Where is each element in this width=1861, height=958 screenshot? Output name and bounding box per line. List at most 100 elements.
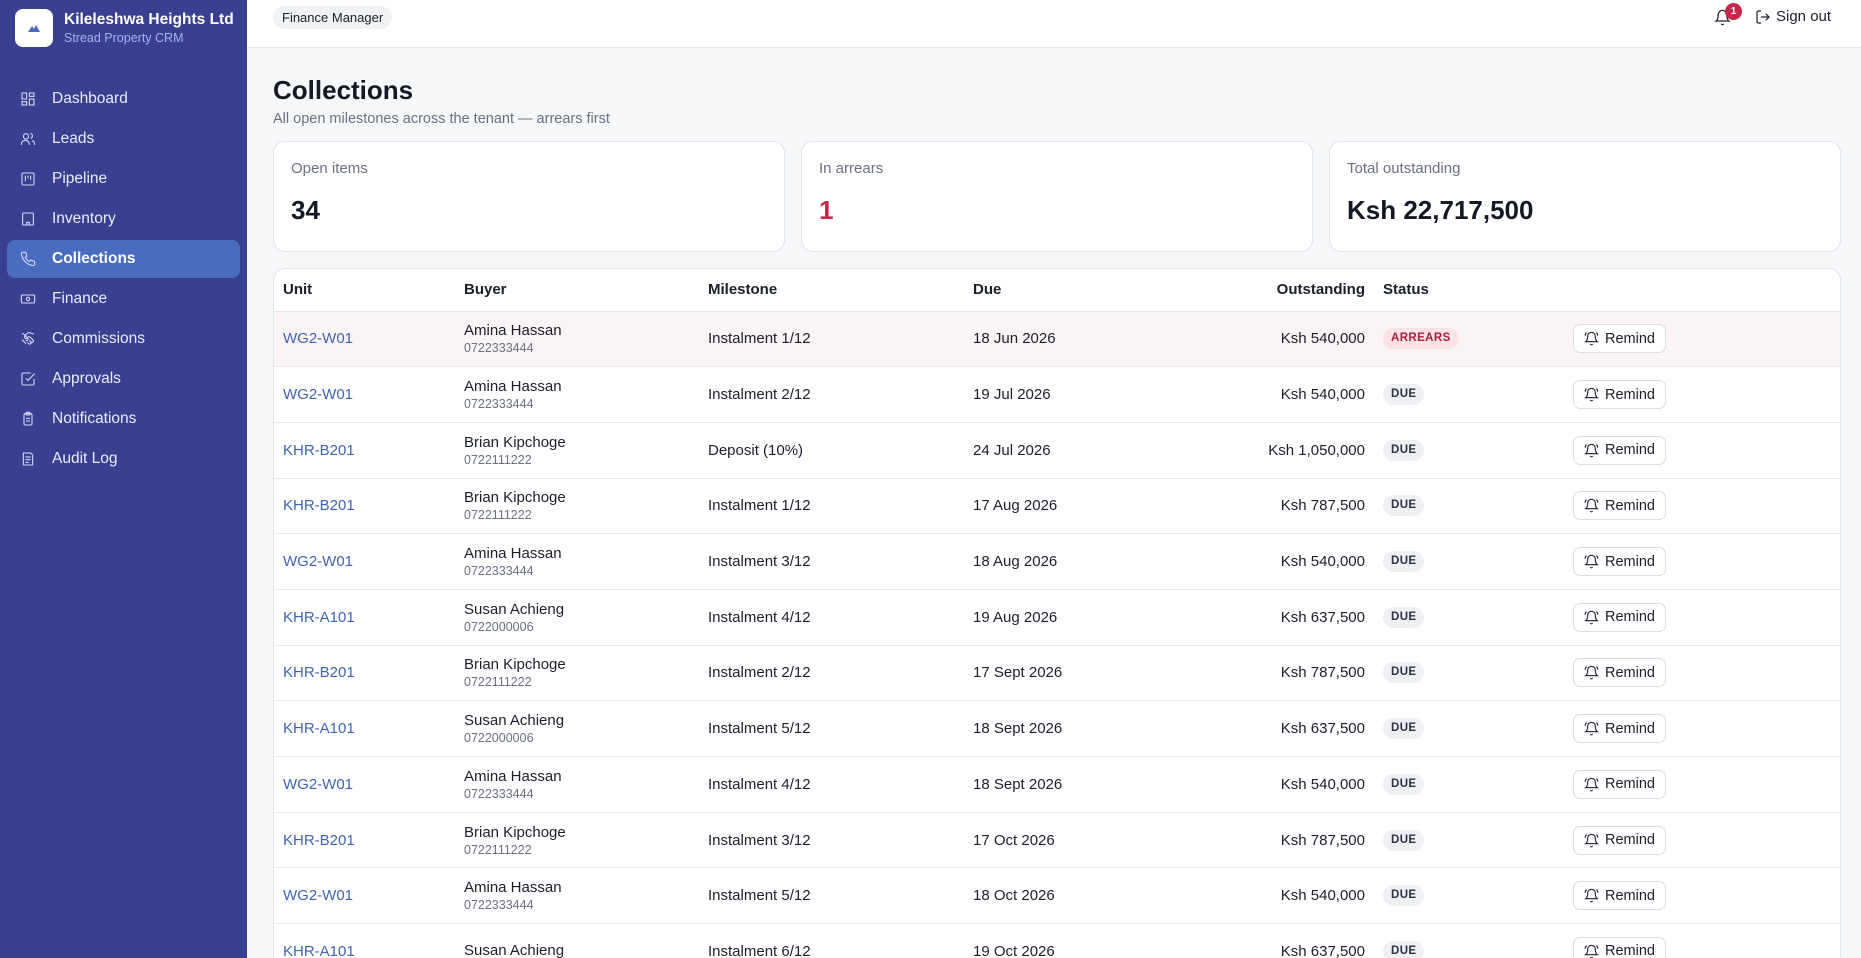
unit-link[interactable]: KHR-A101 [283,943,355,958]
sidebar-item-commissions[interactable]: Commissions [7,320,240,358]
header-unit: Unit [274,269,455,312]
unit-link[interactable]: WG2-W01 [283,553,353,570]
cell-milestone: Instalment 4/12 [699,756,964,813]
sidebar-item-pipeline[interactable]: Pipeline [7,160,240,198]
unit-link[interactable]: KHR-A101 [283,609,355,626]
unit-link[interactable]: WG2-W01 [283,776,353,793]
cell-actions: Remind [1564,422,1840,479]
cell-status: DUE [1374,589,1564,646]
building-icon [19,210,37,228]
cell-due: 17 Sept 2026 [964,645,1164,702]
unit-link[interactable]: KHR-B201 [283,664,355,681]
unit-link[interactable]: KHR-A101 [283,720,355,737]
buyer-phone: 0722000006 [464,619,534,634]
bell-icon [1584,610,1599,625]
unit-link[interactable]: WG2-W01 [283,386,353,403]
table-row: KHR-A101 Susan Achieng 0722000006 Instalmen… [274,700,1840,757]
table-row: KHR-B201 Brian Kipchoge 0722111222 Instalme… [274,645,1840,702]
main-content: Collections All open milestones across t… [273,48,1841,958]
cell-milestone: Deposit (10%) [699,422,964,479]
sidebar-item-finance[interactable]: Finance [7,280,240,318]
sidebar-item-label: Audit Log [52,450,118,467]
status-badge: ARREARS [1383,328,1459,350]
cell-status: DUE [1374,700,1564,757]
cell-actions: Remind [1564,478,1840,535]
log-out-icon [1756,9,1770,24]
remind-button[interactable]: Remind [1573,491,1666,521]
cell-milestone: Instalment 4/12 [699,589,964,646]
sidebar-item-notifications[interactable]: Notifications [7,400,240,438]
table-header-row: Unit Buyer Milestone Due Outstanding Sta… [274,269,1840,312]
cell-buyer: Amina Hassan 0722333444 [455,311,699,368]
remind-button[interactable]: Remind [1573,658,1666,688]
cell-milestone: Instalment 2/12 [699,645,964,702]
sidebar: Kileleshwa Heights Ltd Stread Property C… [0,0,247,958]
bell-icon [1584,833,1599,847]
remind-button[interactable]: Remind [1573,714,1666,744]
status-badge: DUE [1383,384,1425,406]
cell-unit: KHR-B201 [274,478,455,535]
cell-actions: Remind [1564,366,1840,423]
cell-due: 18 Aug 2026 [964,533,1164,590]
unit-link[interactable]: WG2-W01 [283,330,353,347]
sidebar-item-leads[interactable]: Leads [7,120,240,158]
remind-button[interactable]: Remind [1573,602,1666,632]
topbar: Finance Manager 1 Sign out [247,0,1861,48]
sidebar-item-audit-log[interactable]: Audit Log [7,440,240,478]
buyer-name: Brian Kipchoge [464,489,566,507]
cell-outstanding: Ksh 787,500 [1164,812,1374,869]
unit-link[interactable]: KHR-B201 [283,832,355,849]
cell-milestone: Instalment 3/12 [699,533,964,590]
sign-out-button[interactable]: Sign out [1755,8,1831,25]
sidebar-item-label: Approvals [52,370,121,387]
unit-link[interactable]: WG2-W01 [283,887,353,904]
grid-icon [19,90,37,108]
buyer-name: Amina Hassan [464,545,562,563]
cell-buyer: Susan Achieng 0722000006 [455,700,699,757]
bell-icon [1584,721,1599,736]
remind-button[interactable]: Remind [1573,380,1666,410]
cell-buyer: Amina Hassan 0722333444 [455,533,699,590]
remind-button[interactable]: Remind [1573,769,1666,799]
sidebar-item-approvals[interactable]: Approvals [7,360,240,398]
sidebar-item-label: Inventory [52,210,116,227]
check-square-icon [19,370,37,388]
header-actions [1564,269,1840,312]
cell-due: 19 Oct 2026 [964,923,1164,958]
sidebar-item-collections[interactable]: Collections [7,240,240,278]
buyer-phone: 0722333444 [464,786,534,801]
remind-button[interactable]: Remind [1573,881,1666,911]
remind-button[interactable]: Remind [1573,435,1666,465]
remind-label: Remind [1605,609,1655,626]
mountain-logo-icon [15,9,53,47]
remind-label: Remind [1605,330,1655,347]
status-badge: DUE [1383,885,1425,907]
unit-link[interactable]: KHR-B201 [283,442,355,459]
sidebar-item-dashboard[interactable]: Dashboard [7,80,240,118]
sidebar-item-inventory[interactable]: Inventory [7,200,240,238]
buyer-name: Susan Achieng [464,600,565,618]
unit-link[interactable]: KHR-B201 [283,497,355,514]
log-icon [19,450,37,468]
cell-outstanding: Ksh 787,500 [1164,478,1374,535]
cell-milestone: Instalment 5/12 [699,867,964,925]
cell-due: 18 Oct 2026 [964,867,1164,925]
remind-button[interactable]: Remind [1573,547,1666,577]
cell-unit: KHR-A101 [274,589,455,646]
remind-button[interactable]: Remind [1573,936,1666,958]
kanban-icon [19,170,37,188]
remind-button[interactable]: Remind [1573,324,1666,354]
table-row: KHR-B201 Brian Kipchoge 0722111222 Instalme… [274,812,1840,869]
table-row: WG2-W01 Amina Hassan 0722333444 Instalment … [274,366,1840,423]
cell-unit: WG2-W01 [274,867,455,925]
bell-icon [1584,443,1599,458]
buyer-name: Susan Achieng [464,941,565,958]
remind-button[interactable]: Remind [1573,825,1666,855]
sidebar-item-label: Dashboard [52,90,128,107]
bell-icon [1584,666,1599,680]
notifications-bell-button[interactable]: 1 [1711,3,1742,30]
cell-buyer: Brian Kipchoge 0722111222 [455,645,699,702]
bell-icon [1584,332,1599,346]
cell-buyer: Brian Kipchoge 0722111222 [455,478,699,535]
cell-buyer: Brian Kipchoge 0722111222 [455,422,699,479]
